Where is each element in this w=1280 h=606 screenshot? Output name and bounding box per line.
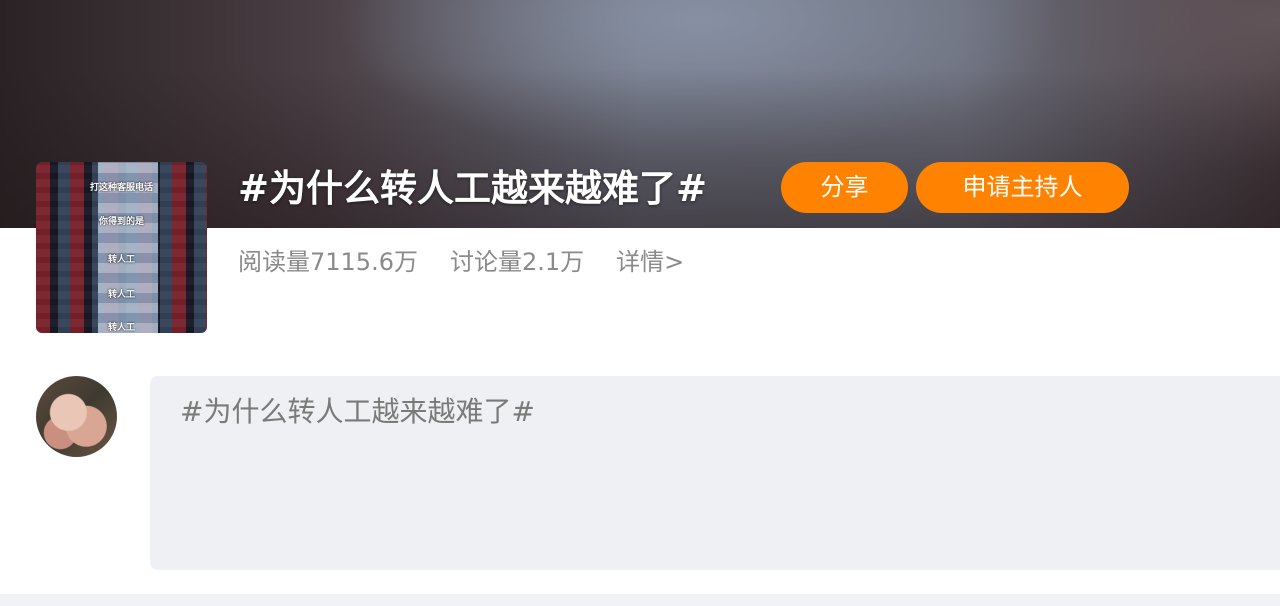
discussion-count: 讨论量2.1万 xyxy=(449,248,585,276)
section-divider xyxy=(0,594,1280,606)
topic-title: #为什么转人工越来越难了# xyxy=(238,167,708,210)
detail-link[interactable]: 详情> xyxy=(616,244,684,280)
cover-caption-4: 转人工 xyxy=(107,290,135,300)
cover-caption-2: 你得到的是 xyxy=(98,217,144,227)
post-composer[interactable]: #为什么转人工越来越难了# xyxy=(150,376,1280,570)
post-input[interactable]: #为什么转人工越来越难了# xyxy=(150,376,1280,570)
cover-caption-5: 转人工 xyxy=(107,323,135,333)
cover-caption-3: 转人工 xyxy=(107,255,135,265)
topic-stats: 阅读量7115.6万 讨论量2.1万 详情> xyxy=(238,244,684,280)
share-button[interactable]: 分享 xyxy=(781,162,908,213)
user-avatar[interactable] xyxy=(36,376,117,457)
topic-cover-image: 打这种客服电话 你得到的是 转人工 转人工 转人工 xyxy=(36,162,207,333)
apply-host-button[interactable]: 申请主持人 xyxy=(916,162,1129,213)
read-count: 阅读量7115.6万 xyxy=(238,248,418,276)
cover-caption-1: 打这种客服电话 xyxy=(89,183,153,193)
